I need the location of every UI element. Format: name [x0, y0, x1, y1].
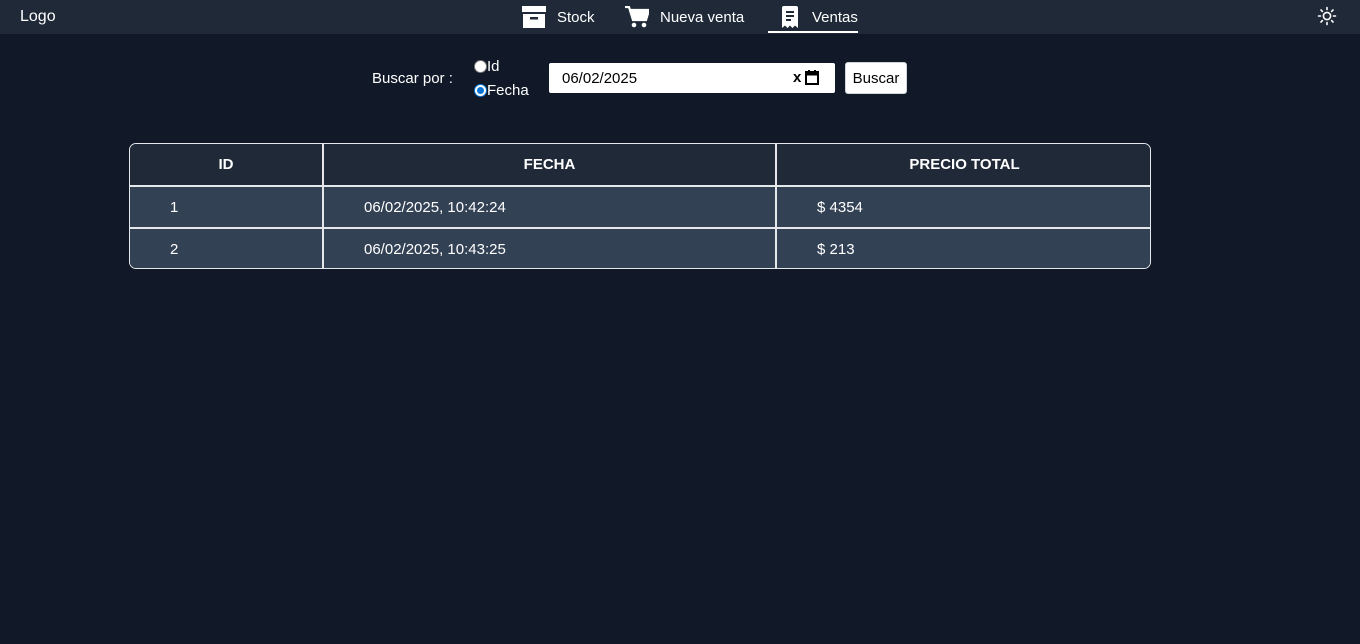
main-nav: Stock Nueva venta Ventas: [0, 0, 1360, 34]
radio-option-fecha[interactable]: Fecha: [474, 81, 529, 99]
date-value: 06/02/2025: [562, 69, 638, 87]
nav-item-label: Ventas: [812, 8, 858, 26]
cell-id: 2: [130, 227, 324, 268]
theme-toggle-button[interactable]: [1317, 6, 1337, 26]
radio-label: Id: [487, 57, 500, 75]
cell-precio: $ 213: [775, 227, 1150, 268]
table-row[interactable]: 1 06/02/2025, 10:42:24 $ 4354: [130, 185, 1150, 229]
clear-icon[interactable]: x: [793, 69, 801, 86]
column-header-id[interactable]: ID: [130, 144, 324, 187]
nav-item-nueva-venta[interactable]: Nueva venta: [625, 0, 744, 34]
search-by-label: Buscar por :: [372, 70, 453, 87]
search-button[interactable]: Buscar: [845, 62, 907, 94]
date-input[interactable]: 06/02/2025 x: [549, 63, 835, 93]
shopping-cart-icon: [625, 6, 649, 28]
nav-item-ventas[interactable]: Ventas: [768, 0, 858, 34]
radio-id[interactable]: [474, 59, 487, 73]
nav-item-label: Nueva venta: [660, 8, 745, 26]
column-header-fecha[interactable]: FECHA: [322, 144, 777, 187]
archive-box-icon: [522, 6, 546, 28]
nav-item-stock[interactable]: Stock: [522, 0, 595, 34]
table-header-row: ID FECHA PRECIO TOTAL: [130, 144, 1150, 187]
cell-fecha: 06/02/2025, 10:42:24: [322, 185, 777, 229]
nav-item-label: Stock: [557, 8, 595, 26]
receipt-icon: [781, 6, 799, 28]
top-navbar: Logo Stock Nueva venta Ventas: [0, 0, 1360, 34]
calendar-icon[interactable]: [805, 70, 819, 89]
cell-precio: $ 4354: [775, 185, 1150, 229]
radio-option-id[interactable]: Id: [474, 57, 500, 75]
table-row[interactable]: 2 06/02/2025, 10:43:25 $ 213: [130, 227, 1150, 268]
cell-id: 1: [130, 185, 324, 229]
sales-table: ID FECHA PRECIO TOTAL 1 06/02/2025, 10:4…: [129, 143, 1151, 269]
column-header-precio-total[interactable]: PRECIO TOTAL: [775, 144, 1150, 187]
sun-icon: [1317, 6, 1337, 30]
radio-label: Fecha: [487, 81, 529, 99]
radio-fecha[interactable]: [474, 83, 487, 97]
cell-fecha: 06/02/2025, 10:43:25: [322, 227, 777, 268]
